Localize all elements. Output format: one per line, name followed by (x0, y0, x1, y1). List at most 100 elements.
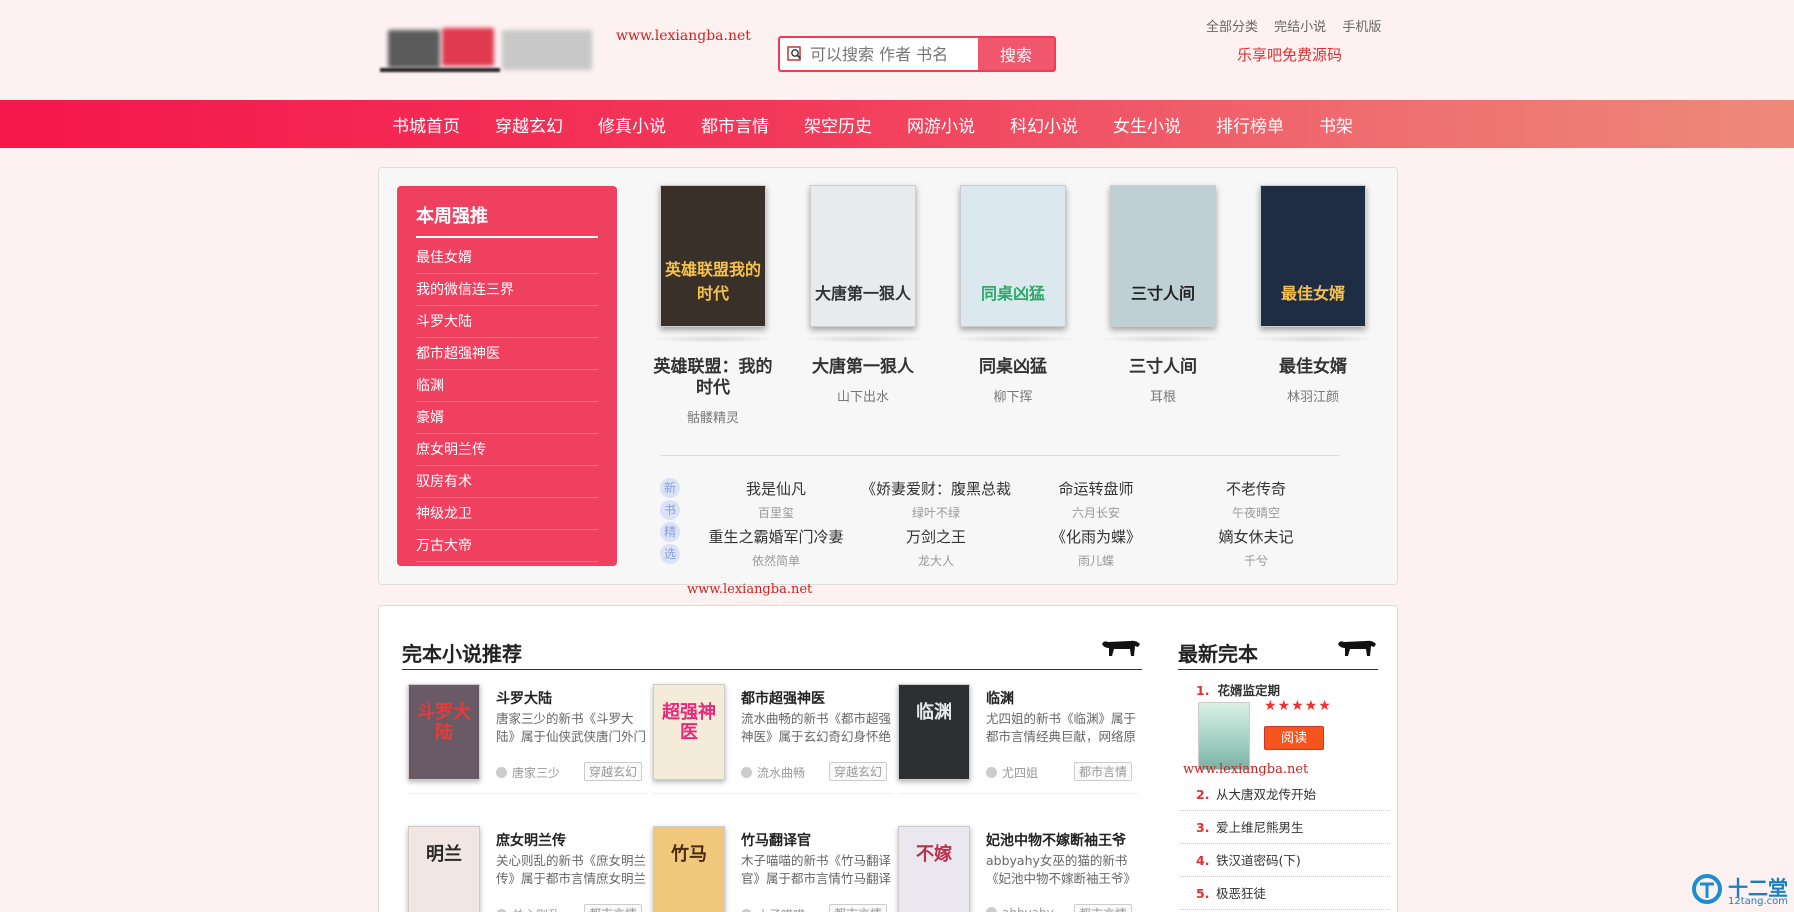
book-cover[interactable]: 大唐第一狠人 (810, 185, 916, 327)
pick-author[interactable]: 六月长安 (1016, 504, 1176, 521)
complete-book-item[interactable]: 斗罗大陆 斗罗大陆 唐家三少的新书《斗罗大陆》属于仙侠武侠唐门外门 唐家三少 穿越玄幻 (408, 684, 648, 794)
pick-author[interactable]: 百里玺 (696, 504, 856, 521)
featured-book[interactable]: 大唐第一狠人 大唐第一狠人 山下出水 (798, 185, 928, 405)
nav-home[interactable]: 书城首页 (392, 112, 460, 137)
weekly-item[interactable]: 豪婿 (416, 402, 598, 434)
complete-book-item[interactable]: 超强神医 都市超强神医 流水曲畅的新书《都市超强神医》属于玄幻奇幻身怀绝 流水曲畅 穿越… (653, 684, 893, 794)
book-author[interactable]: 耳根 (1098, 386, 1228, 405)
featured-book[interactable]: 三寸人间 三寸人间 耳根 (1098, 185, 1228, 405)
book-cover[interactable]: 不嫁 (898, 826, 970, 912)
pick-author[interactable]: 龙大人 (856, 552, 1016, 569)
book-cover[interactable]: 三寸人间 (1110, 185, 1216, 327)
book-title[interactable]: 大唐第一狠人 (798, 357, 928, 378)
nav-urban-romance[interactable]: 都市言情 (701, 112, 769, 137)
pick-author[interactable]: 依然简单 (696, 552, 856, 569)
book-cover[interactable]: 临渊 (898, 684, 970, 780)
pick-author[interactable]: 绿叶不绿 (856, 504, 1016, 521)
featured-book[interactable]: 同桌凶猛 同桌凶猛 柳下挥 (948, 185, 1078, 405)
pick-author[interactable]: 雨儿蝶 (1016, 552, 1176, 569)
weekly-item[interactable]: 庶女明兰传 (416, 434, 598, 466)
book-author[interactable]: 骷髅精灵 (648, 407, 778, 426)
book-title[interactable]: 同桌凶猛 (948, 357, 1078, 378)
genre-tag[interactable]: 穿越玄幻 (829, 762, 888, 781)
book-author[interactable]: 林羽江颜 (1248, 386, 1378, 405)
weekly-item[interactable]: 万古大帝 (416, 530, 598, 562)
book-author[interactable]: 唐家三少 (496, 764, 560, 781)
nav-fantasy[interactable]: 穿越玄幻 (495, 112, 563, 137)
pick-title[interactable]: 重生之霸婚军门冷妻 (696, 526, 856, 547)
book-title[interactable]: 庶女明兰传 (496, 830, 566, 850)
featured-book[interactable]: 最佳女婿 最佳女婿 林羽江颜 (1248, 185, 1378, 405)
pick-title[interactable]: 《娇妻爱财：腹黑总裁 (856, 478, 1016, 499)
weekly-item[interactable]: 斗罗大陆 (416, 306, 598, 338)
read-button[interactable]: 阅读 (1264, 726, 1324, 750)
complete-book-item[interactable]: 临渊 临渊 尤四姐的新书《临渊》属于都市言情经典巨献，网络原 尤四姐 都市言情 (898, 684, 1138, 794)
complete-book-item[interactable]: 明兰 庶女明兰传关心则乱的新书《庶女明兰传》属于都市言情庶女明兰关心则乱 都市言情 (408, 826, 648, 912)
nav-history[interactable]: 架空历史 (804, 112, 872, 137)
book-title[interactable]: 三寸人间 (1098, 357, 1228, 378)
new-pick-item[interactable]: 万剑之王 龙大人 (856, 526, 1016, 569)
book-author[interactable]: 关心则乱 (496, 906, 560, 912)
latest-item[interactable]: 5. 极恶狂徒 (1180, 877, 1390, 910)
site-logo[interactable] (380, 22, 600, 78)
book-cover[interactable]: 竹马 (653, 826, 725, 912)
book-title[interactable]: 妃池中物不嫁断袖王爷 (986, 830, 1126, 850)
book-title[interactable]: 英雄联盟：我的时代 (648, 357, 778, 399)
nav-ranking[interactable]: 排行榜单 (1216, 112, 1284, 137)
book-cover[interactable]: 同桌凶猛 (960, 185, 1066, 327)
genre-tag[interactable]: 都市言情 (1074, 904, 1133, 912)
book-title[interactable]: 都市超强神医 (741, 688, 825, 708)
latest-item[interactable]: 4. 铁汉道密码(下) (1180, 844, 1390, 877)
pick-title[interactable]: 我是仙凡 (696, 478, 856, 499)
genre-tag[interactable]: 穿越玄幻 (584, 762, 643, 781)
nav-scifi[interactable]: 科幻小说 (1010, 112, 1078, 137)
latest-first-item[interactable]: 1. 花婿监定期 ★★★★★ 阅读 (1196, 680, 1396, 775)
book-title[interactable]: 竹马翻译官 (741, 830, 811, 850)
mobile-version-link[interactable]: 手机版 (1342, 20, 1381, 35)
book-author[interactable]: abbyahy (986, 906, 1054, 912)
pick-title[interactable]: 万剑之王 (856, 526, 1016, 547)
search-button[interactable]: 搜索 (978, 38, 1054, 70)
weekly-item[interactable]: 最佳女婿 (416, 242, 598, 274)
new-pick-item[interactable]: 命运转盘师 六月长安 (1016, 478, 1176, 521)
nav-game[interactable]: 网游小说 (907, 112, 975, 137)
genre-tag[interactable]: 都市言情 (584, 904, 643, 912)
completed-novels-link[interactable]: 完结小说 (1274, 20, 1326, 35)
weekly-item[interactable]: 都市超强神医 (416, 338, 598, 370)
featured-book[interactable]: 英雄联盟我的时代英雄联盟：我的时代骷髅精灵 (648, 185, 778, 426)
book-author[interactable]: 尤四姐 (986, 764, 1038, 781)
genre-tag[interactable]: 都市言情 (1074, 762, 1133, 781)
book-cover[interactable]: 英雄联盟我的时代 (660, 185, 766, 327)
book-cover[interactable]: 明兰 (408, 826, 480, 912)
book-cover[interactable]: 超强神医 (653, 684, 725, 780)
book-author[interactable]: 流水曲畅 (741, 764, 805, 781)
free-source-link[interactable]: 乐享吧免费源码 (1237, 44, 1342, 65)
new-pick-item[interactable]: 《娇妻爱财：腹黑总裁绿叶不绿 (856, 478, 1016, 521)
nav-bookshelf[interactable]: 书架 (1319, 112, 1353, 137)
pick-author[interactable]: 千兮 (1176, 552, 1336, 569)
complete-book-item[interactable]: 不嫁 妃池中物不嫁断袖王爷 abbyahy女巫的猫的新书《妃池中物不嫁断袖王爷》 ab… (898, 826, 1138, 912)
latest-item[interactable]: 3. 爱上维尼熊男生 (1180, 811, 1390, 844)
pick-title[interactable]: 命运转盘师 (1016, 478, 1176, 499)
new-pick-item[interactable]: 重生之霸婚军门冷妻依然简单 (696, 526, 856, 569)
book-cover[interactable]: 斗罗大陆 (408, 684, 480, 780)
weekly-item[interactable]: 临渊 (416, 370, 598, 402)
weekly-item[interactable]: 驭房有术 (416, 466, 598, 498)
nav-xianxia[interactable]: 修真小说 (598, 112, 666, 137)
latest-item[interactable]: 2. 从大唐双龙传开始 (1180, 778, 1390, 811)
latest-first-title[interactable]: 花婿监定期 (1217, 683, 1280, 698)
book-title[interactable]: 斗罗大陆 (496, 688, 552, 708)
new-pick-item[interactable]: 《化雨为蝶》 雨儿蝶 (1016, 526, 1176, 569)
book-author[interactable]: 山下出水 (798, 386, 928, 405)
new-pick-item[interactable]: 嫡女休夫记 千兮 (1176, 526, 1336, 569)
genre-tag[interactable]: 都市言情 (829, 904, 888, 912)
complete-book-item[interactable]: 竹马 竹马翻译官木子喵喵的新书《竹马翻译官》属于都市言情竹马翻译木子喵喵 都市言情 (653, 826, 893, 912)
pick-author[interactable]: 午夜晴空 (1176, 504, 1336, 521)
book-title[interactable]: 最佳女婿 (1248, 357, 1378, 378)
new-pick-item[interactable]: 不老传奇 午夜晴空 (1176, 478, 1336, 521)
pick-title[interactable]: 嫡女休夫记 (1176, 526, 1336, 547)
search-input[interactable] (810, 38, 978, 70)
new-pick-item[interactable]: 我是仙凡 百里玺 (696, 478, 856, 521)
latest-first-cover[interactable] (1198, 702, 1250, 770)
nav-female[interactable]: 女生小说 (1113, 112, 1181, 137)
